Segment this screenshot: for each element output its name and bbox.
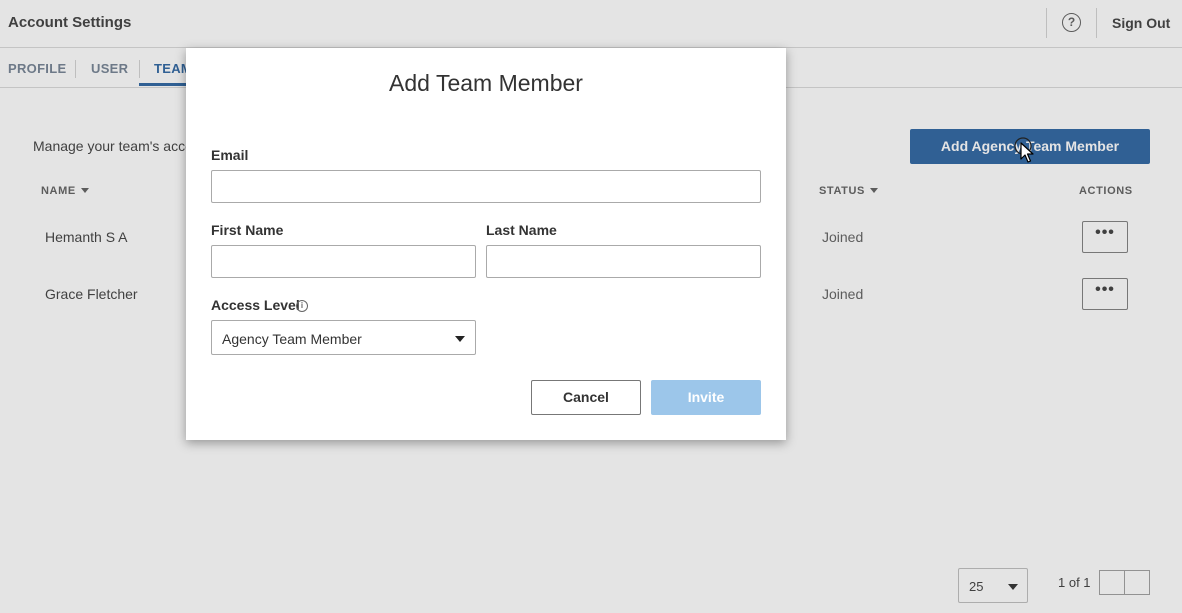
email-field[interactable] xyxy=(211,170,761,203)
info-icon[interactable]: i xyxy=(296,300,308,312)
invite-button[interactable]: Invite xyxy=(651,380,761,415)
last-name-field[interactable] xyxy=(486,245,761,278)
dialog-title: Add Team Member xyxy=(389,70,583,96)
add-team-member-dialog: Add Team Member Email First Name Last Na… xyxy=(186,48,786,440)
last-name-label: Last Name xyxy=(486,222,557,238)
first-name-field[interactable] xyxy=(211,245,476,278)
first-name-label: First Name xyxy=(211,222,284,238)
access-level-select[interactable]: Agency Team Member xyxy=(211,320,476,355)
chevron-down-icon xyxy=(455,336,465,342)
mouse-pointer-icon xyxy=(1014,137,1034,163)
email-label: Email xyxy=(211,147,249,163)
access-level-value: Agency Team Member xyxy=(222,331,362,347)
cancel-button[interactable]: Cancel xyxy=(531,380,641,415)
access-level-label: Access Level xyxy=(211,297,300,313)
